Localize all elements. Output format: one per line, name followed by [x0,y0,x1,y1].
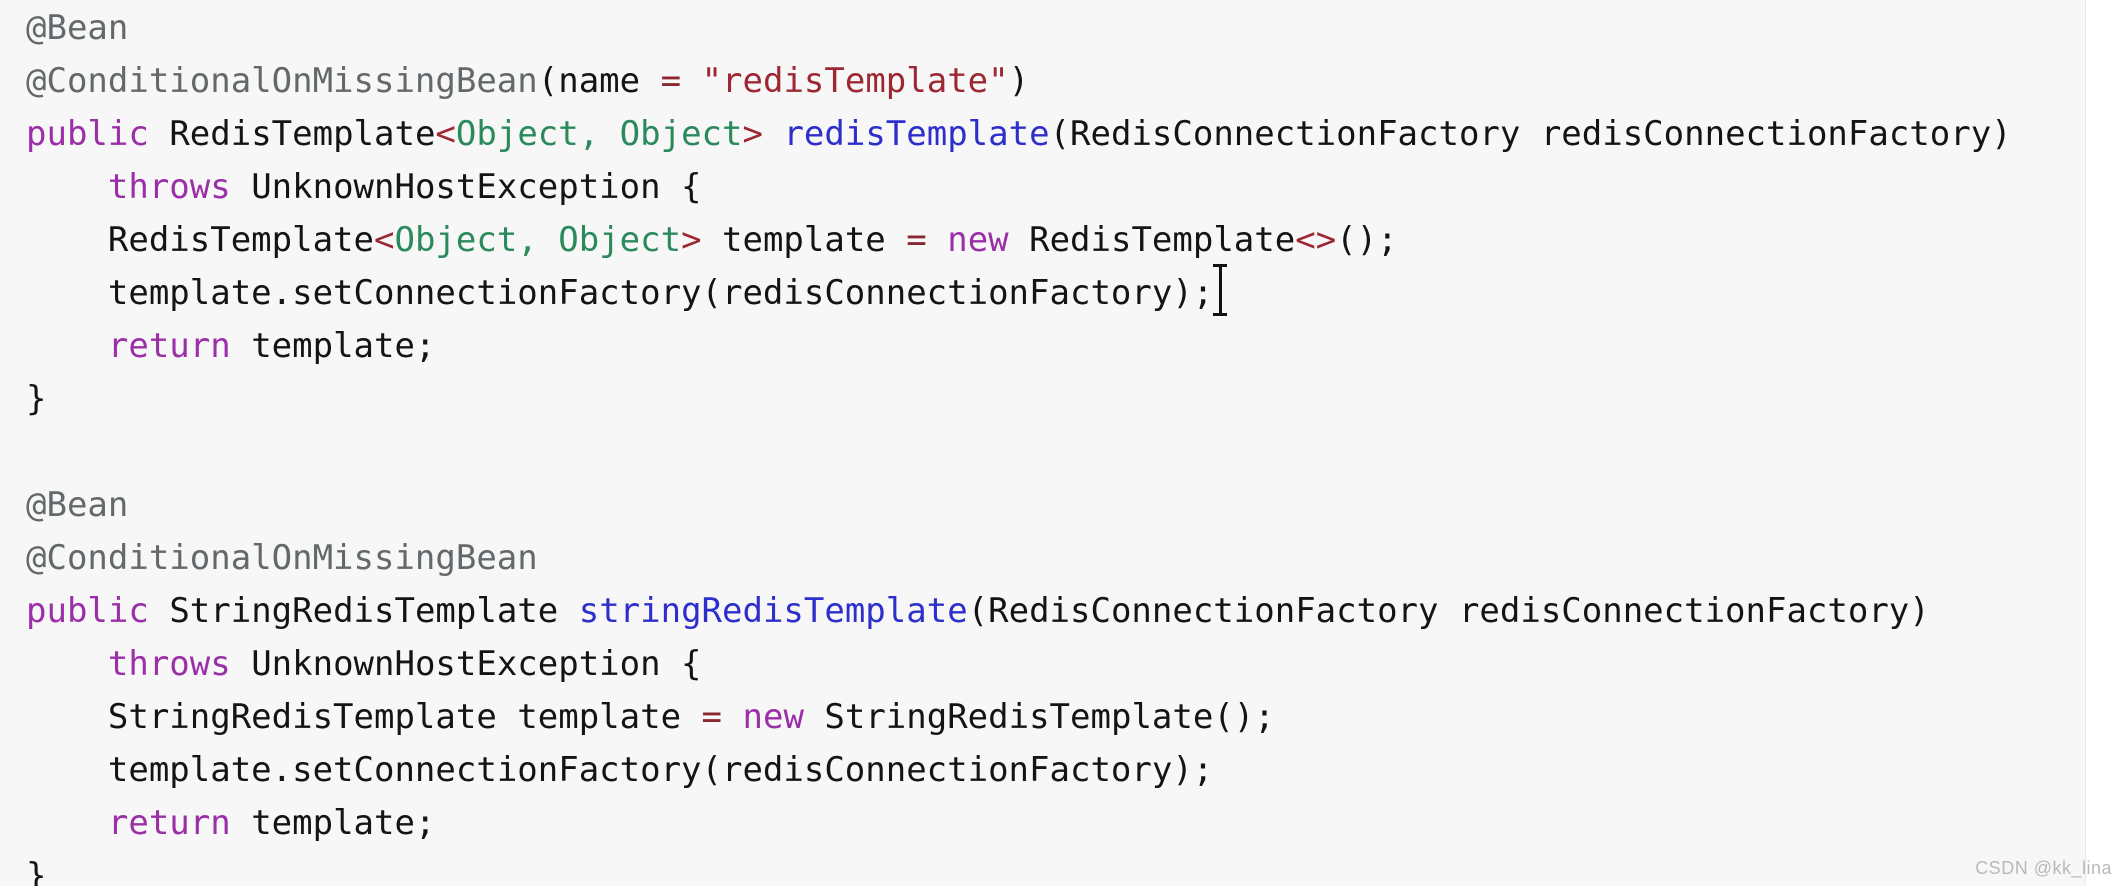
ibeam-cursor-icon [1213,264,1228,316]
code-line[interactable]: throws UnknownHostException { [26,161,2066,214]
code-line[interactable]: @Bean [26,479,2066,532]
code-token-keyword: public [26,114,149,154]
code-token-punct: ) [1008,61,1030,101]
code-token-string: "redisTemplate" [701,61,1009,101]
code-token-keyword: public [26,591,149,631]
code-token-plain: template.setConnectionFactory(redisConne… [107,750,1214,790]
code-token-angle: < [435,114,456,154]
code-token-punct: } [26,379,47,419]
code-token-annotation: @Bean [26,485,129,525]
code-line[interactable]: return template; [26,320,2066,373]
code-token-plain: template [496,697,702,737]
code-token-plain: UnknownHostException { [230,167,702,207]
code-editor-panel[interactable]: @Bean @ConditionalOnMissingBean(name = "r… [0,0,2086,886]
code-token-plain: (RedisConnectionFactory redisConnectionF… [967,591,1930,631]
code-token-punct: } [26,856,47,886]
screenshot-root: @Bean @ConditionalOnMissingBean(name = "r… [0,0,2122,886]
code-line[interactable]: public StringRedisTemplate stringRedisTe… [26,585,2066,638]
code-line[interactable]: } [26,850,2066,886]
code-token-type: StringRedisTemplate [169,591,559,631]
code-token-keyword: throws [107,167,231,207]
code-line[interactable]: RedisTemplate<Object, Object> template =… [26,214,2066,267]
code-token-method: stringRedisTemplate [578,591,968,631]
code-lines-container: @Bean @ConditionalOnMissingBean(name = "r… [26,2,2066,886]
code-token-plain: template [701,220,907,260]
code-token-keyword: throws [107,644,231,684]
code-line[interactable]: throws UnknownHostException { [26,638,2066,691]
code-token-type: RedisTemplate [1008,220,1296,260]
code-token-keyword: new [742,697,804,737]
code-line[interactable]: } [26,373,2066,426]
code-token-generic: Object, Object [394,220,682,260]
code-token-operator: = [701,697,723,737]
code-token-punct: ( [537,61,559,101]
code-token-type: StringRedisTemplate [107,697,497,737]
code-token-plain: (RedisConnectionFactory redisConnectionF… [1049,114,2012,154]
code-token-punct: (); [1336,220,1398,260]
code-token-annotation: @ConditionalOnMissingBean [26,538,538,578]
code-token-plain: template.setConnectionFactory(redisConne… [107,273,1214,313]
code-token-keyword: new [947,220,1009,260]
code-token-angle: > [742,114,763,154]
code-line[interactable]: @ConditionalOnMissingBean [26,532,2066,585]
csdn-watermark: CSDN @kk_lina [1975,858,2112,878]
code-line[interactable]: @ConditionalOnMissingBean(name = "redisT… [26,55,2066,108]
code-line[interactable]: template.setConnectionFactory(redisConne… [26,744,2066,797]
code-line[interactable]: template.setConnectionFactory(redisConne… [26,264,2066,320]
code-token-type: StringRedisTemplate(); [803,697,1275,737]
code-line[interactable] [26,426,2066,479]
code-line[interactable]: return template; [26,797,2066,850]
code-token-angle: < [374,220,395,260]
code-token-plain: template; [230,326,436,366]
code-token-plain: template; [230,803,436,843]
code-token-type: RedisTemplate [107,220,374,260]
code-token-plain: UnknownHostException { [230,644,702,684]
code-token-method: redisTemplate [783,114,1050,154]
code-token-generic: Object, Object [455,114,743,154]
code-line[interactable]: StringRedisTemplate template = new Strin… [26,691,2066,744]
code-token-annotation: @Bean [26,8,129,48]
code-token-annotation: @ConditionalOnMissingBean [26,61,538,101]
code-token-keyword: return [107,326,231,366]
code-line[interactable]: @Bean [26,2,2066,55]
code-token-type: RedisTemplate [169,114,436,154]
code-token-angle: <> [1295,220,1337,260]
code-token-operator: = [660,61,682,101]
code-token-plain: name [558,61,641,101]
code-token-angle: > [681,220,702,260]
code-token-keyword: return [107,803,231,843]
code-token-operator: = [906,220,927,260]
code-line[interactable]: public RedisTemplate<Object, Object> red… [26,108,2066,161]
